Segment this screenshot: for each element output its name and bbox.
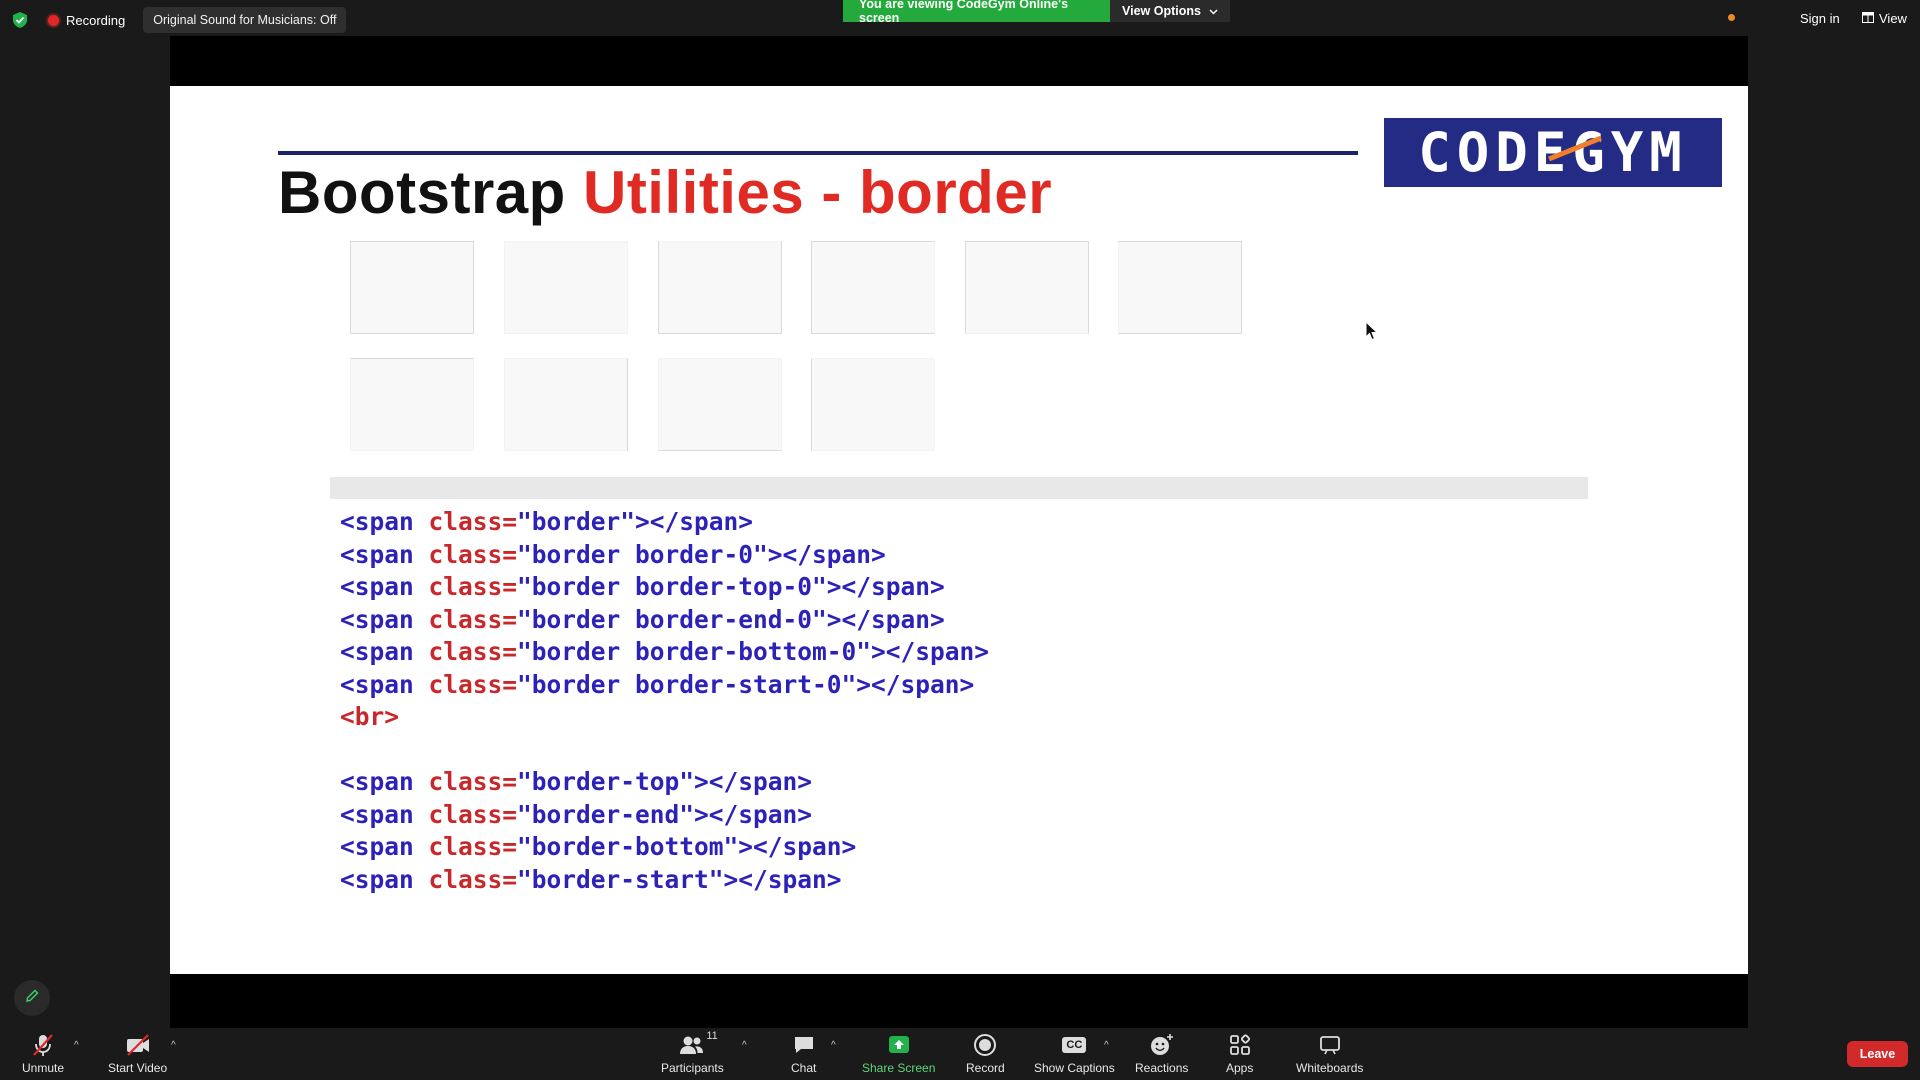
whiteboards-label: Whiteboards bbox=[1296, 1061, 1364, 1075]
code-line: <span class="border-top"></span> bbox=[340, 767, 813, 796]
muted-microphone-icon bbox=[30, 1032, 56, 1058]
meeting-status-bar: Recording Original Sound for Musicians: … bbox=[10, 7, 347, 33]
chat-label: Chat bbox=[791, 1061, 817, 1075]
shield-icon[interactable] bbox=[10, 10, 30, 30]
apps-label: Apps bbox=[1226, 1061, 1254, 1075]
show-captions-button[interactable]: CC Show Captions bbox=[1034, 1032, 1115, 1075]
share-screen-icon bbox=[887, 1032, 911, 1058]
participant-count: 11 bbox=[706, 1030, 718, 1042]
demo-box-border-bottom bbox=[658, 358, 782, 451]
apps-button[interactable]: Apps bbox=[1226, 1032, 1253, 1075]
code-header-bar bbox=[330, 477, 1588, 499]
viewing-banner-text: You are viewing CodeGym Online's screen bbox=[843, 0, 1110, 25]
notification-dot-icon bbox=[1728, 14, 1735, 21]
captions-icon-text: CC bbox=[1062, 1037, 1087, 1053]
audio-options-caret-icon[interactable]: ^ bbox=[74, 1040, 79, 1051]
participants-caret-icon[interactable]: ^ bbox=[742, 1040, 747, 1051]
leave-button[interactable]: Leave bbox=[1847, 1041, 1908, 1067]
code-block: <span class="border"></span> <span class… bbox=[340, 506, 989, 896]
reactions-label: Reactions bbox=[1135, 1061, 1189, 1075]
record-icon bbox=[973, 1032, 997, 1058]
view-button[interactable]: View bbox=[1862, 11, 1907, 26]
meeting-toolbar: Unmute ^ Start Video ^ 11 Participants ^… bbox=[0, 1028, 1920, 1080]
demo-box-border-end-0 bbox=[811, 241, 935, 334]
participants-label: Participants bbox=[661, 1061, 724, 1075]
recording-label: Recording bbox=[66, 12, 126, 28]
code-line: <span class="border-start"></span> bbox=[340, 864, 842, 894]
mouse-pointer-icon bbox=[1365, 320, 1379, 346]
viewing-banner: You are viewing CodeGym Online's screen … bbox=[843, 0, 1230, 25]
original-sound-toggle[interactable]: Original Sound for Musicians: Off bbox=[143, 7, 347, 33]
title-black-part: Bootstrap bbox=[278, 159, 583, 226]
record-label: Record bbox=[966, 1061, 1005, 1075]
view-options-button[interactable]: View Options bbox=[1110, 0, 1230, 22]
unmute-button[interactable]: Unmute bbox=[22, 1032, 64, 1075]
start-video-button[interactable]: Start Video bbox=[108, 1032, 167, 1075]
title-divider bbox=[278, 151, 1358, 155]
chevron-down-icon bbox=[1209, 4, 1218, 18]
pencil-icon bbox=[24, 988, 40, 1009]
whiteboards-button[interactable]: Whiteboards bbox=[1296, 1032, 1363, 1075]
demo-box-border-start bbox=[811, 358, 935, 451]
sign-in-button[interactable]: Sign in bbox=[1800, 11, 1840, 26]
presentation-slide: Bootstrap Utilities - border CODEGYM <sp… bbox=[170, 86, 1748, 974]
title-red-part: Utilities - border bbox=[583, 159, 1053, 226]
unmute-label: Unmute bbox=[22, 1061, 65, 1075]
code-line: <span class="border border-start-0"></sp… bbox=[340, 669, 975, 699]
show-captions-label: Show Captions bbox=[1034, 1061, 1115, 1075]
code-line: <span class="border"></span> bbox=[340, 507, 754, 536]
code-line: <span class="border border-top-0"></span… bbox=[340, 572, 945, 601]
grid-view-icon bbox=[1862, 11, 1874, 26]
apps-icon bbox=[1228, 1032, 1252, 1058]
code-line-br: <br> bbox=[340, 702, 400, 731]
codegym-logo: CODEGYM bbox=[1384, 118, 1722, 187]
chat-caret-icon[interactable]: ^ bbox=[831, 1040, 836, 1051]
share-screen-button[interactable]: Share Screen bbox=[862, 1032, 935, 1075]
whiteboard-icon bbox=[1318, 1032, 1342, 1058]
smiley-plus-icon bbox=[1149, 1032, 1175, 1058]
record-button[interactable]: Record bbox=[966, 1032, 1005, 1075]
view-label: View bbox=[1879, 11, 1907, 26]
record-dot-icon bbox=[48, 14, 59, 26]
code-line: <span class="border border-bottom-0"></s… bbox=[340, 637, 990, 666]
captions-caret-icon[interactable]: ^ bbox=[1104, 1040, 1109, 1051]
demo-box-border-start-0 bbox=[1118, 241, 1242, 334]
view-options-label: View Options bbox=[1122, 4, 1201, 18]
code-line: <span class="border-bottom"></span> bbox=[340, 832, 857, 861]
chat-icon bbox=[792, 1032, 816, 1058]
video-off-icon bbox=[124, 1032, 152, 1058]
chat-button[interactable]: Chat bbox=[791, 1032, 816, 1075]
demo-box-border-top bbox=[350, 358, 474, 451]
participants-button[interactable]: 11 Participants bbox=[661, 1030, 724, 1075]
demo-box-border-end bbox=[504, 358, 628, 451]
reactions-button[interactable]: Reactions bbox=[1135, 1032, 1188, 1075]
demo-box-border-bottom-0 bbox=[965, 241, 1089, 334]
recording-indicator[interactable]: Recording bbox=[38, 13, 135, 28]
share-screen-label: Share Screen bbox=[862, 1061, 936, 1075]
logo-text: CODEGYM bbox=[1418, 121, 1688, 184]
code-line: <span class="border border-0"></span> bbox=[340, 539, 886, 569]
slide-title: Bootstrap Utilities - border bbox=[278, 158, 1052, 227]
participants-icon: 11 bbox=[678, 1030, 718, 1058]
start-video-label: Start Video bbox=[108, 1061, 168, 1075]
code-line: <span class="border border-end-0"></span… bbox=[340, 604, 945, 634]
video-options-caret-icon[interactable]: ^ bbox=[171, 1040, 176, 1051]
annotate-button[interactable] bbox=[14, 980, 50, 1016]
demo-box-border-top-0 bbox=[658, 241, 782, 334]
code-line: <span class="border-end"></span> bbox=[340, 799, 813, 829]
closed-captions-icon: CC bbox=[1062, 1032, 1087, 1058]
demo-box-border-0 bbox=[504, 241, 628, 334]
demo-box-border bbox=[350, 241, 474, 334]
